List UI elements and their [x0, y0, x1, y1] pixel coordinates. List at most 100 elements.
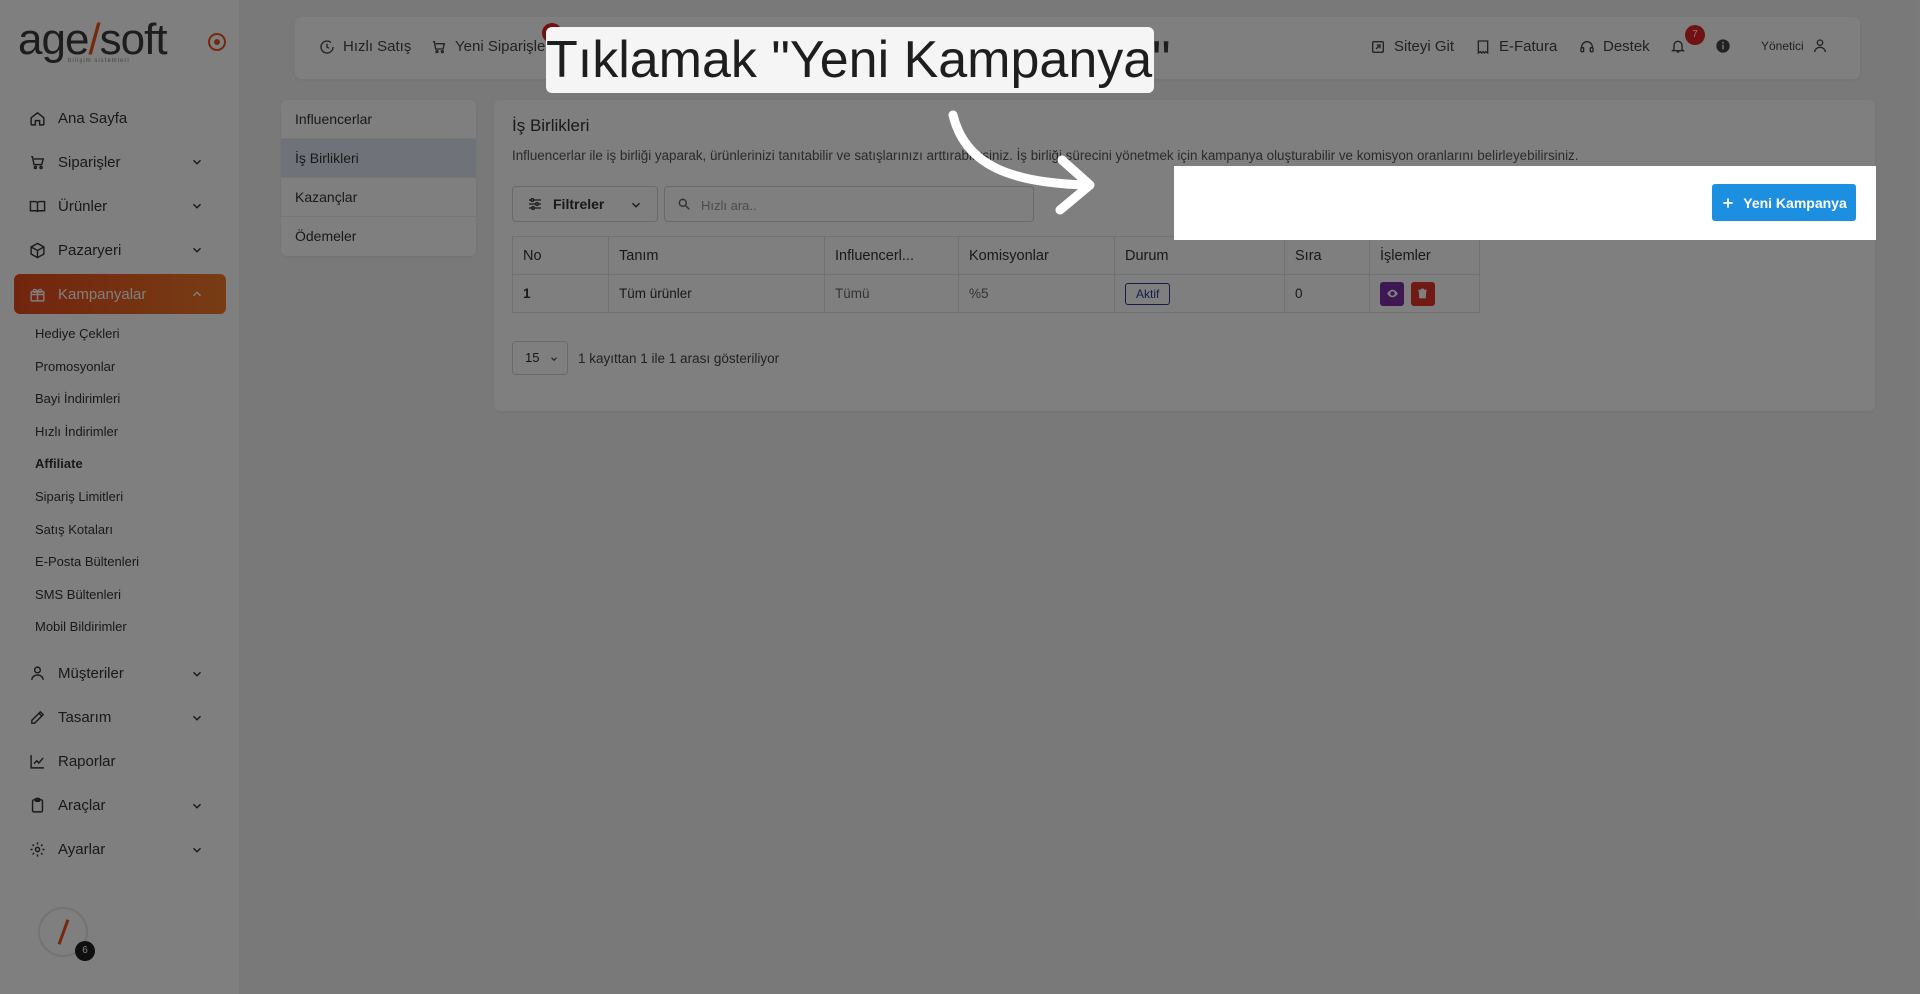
sidebar: age/soft bilişim sistemleri Ana Sayfa Si…	[0, 0, 239, 994]
cart-icon	[433, 40, 446, 53]
column-header-influencers[interactable]: Influencerl...	[824, 236, 959, 275]
sub-item-promosyonlar[interactable]: Promosyonlar	[35, 351, 226, 384]
book-icon	[28, 197, 46, 215]
eye-icon	[1386, 289, 1398, 298]
invoice-icon	[1477, 39, 1489, 54]
kampanyalar-submenu: Hediye Çekleri Promosyonlar Bayi İndirim…	[14, 318, 226, 644]
chevron-down-icon	[192, 847, 202, 853]
submenu-item-influencerlar[interactable]: Influencerlar	[281, 100, 476, 139]
cell-commission: %5	[958, 274, 1115, 313]
tutorial-callout: Tıklamak "Yeni Kampanya"	[546, 27, 1171, 93]
chevron-down-icon	[192, 247, 202, 253]
cell-influencers: Tümü	[824, 274, 959, 313]
column-header-no[interactable]: No	[512, 236, 609, 275]
table-header-row: No Tanım Influencerl... Komisyonlar Duru…	[512, 236, 1480, 275]
pagination-info: 1 kayıttan 1 ile 1 arası gösteriliyor	[578, 350, 780, 366]
status-badge[interactable]: Aktif	[1125, 282, 1171, 305]
sidebar-toggle-icon[interactable]	[208, 33, 226, 51]
chevron-down-icon	[192, 715, 202, 721]
page-scrollbar[interactable]	[1914, 0, 1920, 922]
column-header-islemler: İşlemler	[1369, 236, 1480, 275]
sidebar-item-pazaryeri[interactable]: Pazaryeri	[14, 230, 226, 270]
delete-button[interactable]	[1410, 281, 1435, 306]
sub-item-eposta-bultenleri[interactable]: E-Posta Bültenleri	[35, 546, 226, 579]
sidebar-item-ana-sayfa[interactable]: Ana Sayfa	[14, 98, 226, 138]
new-orders-link[interactable]: Yeni Siparişler	[431, 38, 550, 55]
info-icon	[1716, 39, 1730, 53]
visit-site-link[interactable]: Siteyi Git	[1370, 38, 1454, 55]
cart-icon	[28, 153, 46, 171]
sub-item-sms-bultenleri[interactable]: SMS Bültenleri	[35, 579, 226, 612]
quick-sale-link[interactable]: Hızlı Satış	[319, 38, 411, 55]
cell-order: 0	[1284, 274, 1370, 313]
column-header-tanim[interactable]: Tanım	[608, 236, 825, 275]
chevron-up-icon	[192, 291, 202, 297]
cell-no: 1	[512, 274, 609, 313]
submenu-item-kazanclar[interactable]: Kazançlar	[281, 178, 476, 217]
affiliate-submenu: Influencerlar İş Birlikleri Kazançlar Öd…	[281, 100, 476, 256]
sidebar-item-label: Araçlar	[58, 797, 106, 815]
logo-main-text: age	[18, 15, 89, 64]
sidebar-item-label: Raporlar	[58, 753, 116, 771]
einvoice-link[interactable]: E-Fatura	[1475, 38, 1557, 55]
trash-icon	[1418, 288, 1428, 299]
sidebar-item-label: Siparişler	[58, 153, 121, 171]
column-header-komisyonlar[interactable]: Komisyonlar	[958, 236, 1115, 275]
chevron-down-icon	[192, 803, 202, 809]
filters-dropdown[interactable]: Filtreler	[512, 186, 658, 222]
column-header-sira[interactable]: Sıra	[1284, 236, 1370, 275]
tutorial-arrow-icon	[948, 110, 1095, 215]
chevron-down-icon	[631, 202, 641, 208]
sub-item-siparis-limitleri[interactable]: Sipariş Limitleri	[35, 481, 226, 514]
quick-sale-icon	[320, 39, 334, 54]
sidebar-item-label: Pazaryeri	[58, 241, 122, 259]
sidebar-item-label: Müşteriler	[58, 665, 124, 683]
home-icon	[28, 109, 46, 127]
new-campaign-button[interactable]: Yeni Kampanya	[1712, 184, 1856, 221]
sidebar-item-kampanyalar[interactable]: Kampanyalar	[14, 274, 226, 314]
sub-item-bayi-indirimleri[interactable]: Bayi İndirimleri	[35, 383, 226, 416]
info-button[interactable]	[1715, 38, 1731, 54]
sub-item-hizli-indirimler[interactable]: Hızlı İndirimler	[35, 416, 226, 449]
sidebar-item-label: Ürünler	[58, 197, 108, 215]
page-size-select[interactable]: 15	[512, 341, 568, 375]
sidebar-item-raporlar[interactable]: Raporlar	[14, 742, 226, 782]
notification-count-badge: 7	[1685, 25, 1705, 45]
notifications-button[interactable]	[1670, 38, 1686, 54]
sidebar-item-ayarlar[interactable]: Ayarlar	[14, 830, 226, 870]
chevron-down-icon	[192, 671, 202, 677]
chevron-down-icon	[551, 357, 557, 362]
column-header-durum[interactable]: Durum	[1114, 236, 1285, 275]
sub-item-mobil-bildirimler[interactable]: Mobil Bildirimler	[35, 611, 226, 644]
chart-icon	[28, 753, 46, 771]
box-icon	[28, 241, 46, 259]
support-link[interactable]: Destek	[1579, 38, 1650, 55]
pagination: 15 1 kayıttan 1 ile 1 arası gösteriliyor	[512, 341, 779, 375]
assistant-avatar[interactable]: 6	[38, 907, 95, 961]
sidebar-nav: Ana Sayfa Siparişler Ürünler Pazaryeri K…	[14, 98, 226, 874]
submenu-item-is-birlikleri[interactable]: İş Birlikleri	[281, 139, 476, 178]
sidebar-item-tasarim[interactable]: Tasarım	[14, 698, 226, 738]
sidebar-item-siparisler[interactable]: Siparişler	[14, 142, 226, 182]
submenu-item-odemeler[interactable]: Ödemeler	[281, 217, 476, 256]
gear-icon	[28, 841, 46, 859]
sub-item-satis-kotalari[interactable]: Satış Kotaları	[35, 514, 226, 547]
brand-logo[interactable]: age/soft bilişim sistemleri	[18, 18, 178, 65]
sidebar-item-musteriler[interactable]: Müşteriler	[14, 654, 226, 694]
sub-item-affiliate[interactable]: Affiliate	[35, 448, 226, 481]
bell-icon	[1671, 40, 1685, 53]
sidebar-item-urunler[interactable]: Ürünler	[14, 186, 226, 226]
sidebar-item-label: Ayarlar	[58, 841, 106, 859]
campaigns-table: No Tanım Influencerl... Komisyonlar Duru…	[512, 236, 1480, 313]
plus-icon	[1723, 197, 1733, 208]
cell-status: Aktif	[1114, 274, 1285, 313]
headset-icon	[1580, 40, 1594, 52]
table-row: 1 Tüm ürünler Tümü %5 Aktif 0	[512, 274, 1480, 313]
logo-subtitle: bilişim sistemleri	[68, 58, 130, 64]
sidebar-item-araclar[interactable]: Araçlar	[14, 786, 226, 826]
main-card: İş Birlikleri Influencerlar ile iş birli…	[494, 100, 1875, 411]
sub-item-hediye-cekleri[interactable]: Hediye Çekleri	[35, 318, 226, 351]
user-menu[interactable]: Yönetici	[1761, 38, 1828, 54]
view-button[interactable]	[1380, 281, 1404, 306]
assistant-badge-count: 6	[75, 941, 95, 961]
